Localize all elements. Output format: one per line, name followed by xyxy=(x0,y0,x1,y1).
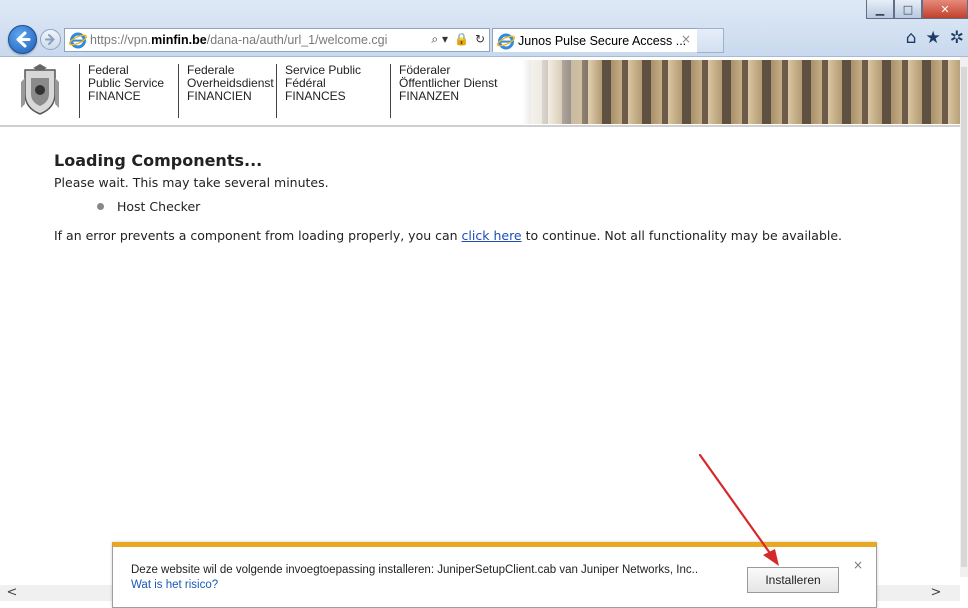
settings-gear-icon[interactable]: ✲ xyxy=(950,28,964,48)
annotation-arrow-shaft xyxy=(698,453,774,558)
header-column-de: Föderaler Öffentlicher Dienst FINANZEN xyxy=(390,64,498,118)
browser-tab[interactable]: Junos Pulse Secure Access ... × xyxy=(492,28,698,52)
header-column-nl: Federale Overheidsdienst FINANCIEN xyxy=(178,64,274,118)
address-tools: ⌕ ▾ 🔒 ↻ xyxy=(431,32,485,47)
belgian-crest-icon xyxy=(21,64,59,115)
close-notification-icon[interactable]: × xyxy=(853,558,863,572)
forward-arrow-icon xyxy=(45,34,55,45)
ie-logo-icon xyxy=(497,33,515,49)
header-column-fr: Service Public Fédéral FINANCES xyxy=(276,64,361,118)
browser-chrome: ▁ □ ✕ https://vpn.minfin.be/dana-na/auth… xyxy=(0,0,968,57)
new-tab-button[interactable] xyxy=(697,28,724,53)
component-label: Host Checker xyxy=(117,199,201,214)
address-bar[interactable]: https://vpn.minfin.be/dana-na/auth/url_1… xyxy=(64,28,490,52)
bullet-icon xyxy=(97,203,104,210)
install-notification-bar: Deze website wil de volgende invoegtoepa… xyxy=(112,542,877,608)
header-column-en: Federal Public Service FINANCE xyxy=(79,64,164,118)
search-icon[interactable]: ⌕ ▾ xyxy=(431,32,448,47)
lock-icon[interactable]: 🔒 xyxy=(454,32,469,47)
page-title: Loading Components... xyxy=(54,151,263,170)
component-item: Host Checker xyxy=(97,199,200,214)
wait-message: Please wait. This may take several minut… xyxy=(54,175,329,190)
url-text: https://vpn.minfin.be/dana-na/auth/url_1… xyxy=(90,33,388,47)
header-divider xyxy=(0,125,960,127)
vertical-scroll-thumb[interactable] xyxy=(961,67,967,567)
click-here-link[interactable]: click here xyxy=(462,228,522,243)
back-arrow-icon xyxy=(16,31,31,48)
forward-button[interactable] xyxy=(40,29,61,50)
close-window-button[interactable]: ✕ xyxy=(922,0,968,19)
header-banner-image xyxy=(522,60,960,124)
install-button[interactable]: Installeren xyxy=(747,567,839,593)
favorites-star-icon[interactable]: ★ xyxy=(926,28,941,48)
risk-link[interactable]: Wat is het risico? xyxy=(131,579,218,591)
maximize-button[interactable]: □ xyxy=(894,0,922,19)
home-icon[interactable]: ⌂ xyxy=(906,28,917,48)
tab-close-icon[interactable]: × xyxy=(681,32,691,46)
scroll-right-icon[interactable]: > xyxy=(928,585,944,601)
tab-title: Junos Pulse Secure Access ... xyxy=(518,33,687,48)
notification-message: Deze website wil de volgende invoegtoepa… xyxy=(131,564,699,576)
minimize-button[interactable]: ▁ xyxy=(866,0,894,19)
refresh-icon[interactable]: ↻ xyxy=(475,32,485,47)
scroll-left-icon[interactable]: < xyxy=(4,585,20,601)
ie-logo-icon xyxy=(69,32,87,49)
error-message: If an error prevents a component from lo… xyxy=(54,228,843,243)
back-button[interactable] xyxy=(8,25,37,54)
browser-toolbar: ⌂ ★ ✲ xyxy=(906,28,964,48)
vertical-scrollbar[interactable] xyxy=(960,57,968,577)
window-controls: ▁ □ ✕ xyxy=(866,0,968,20)
